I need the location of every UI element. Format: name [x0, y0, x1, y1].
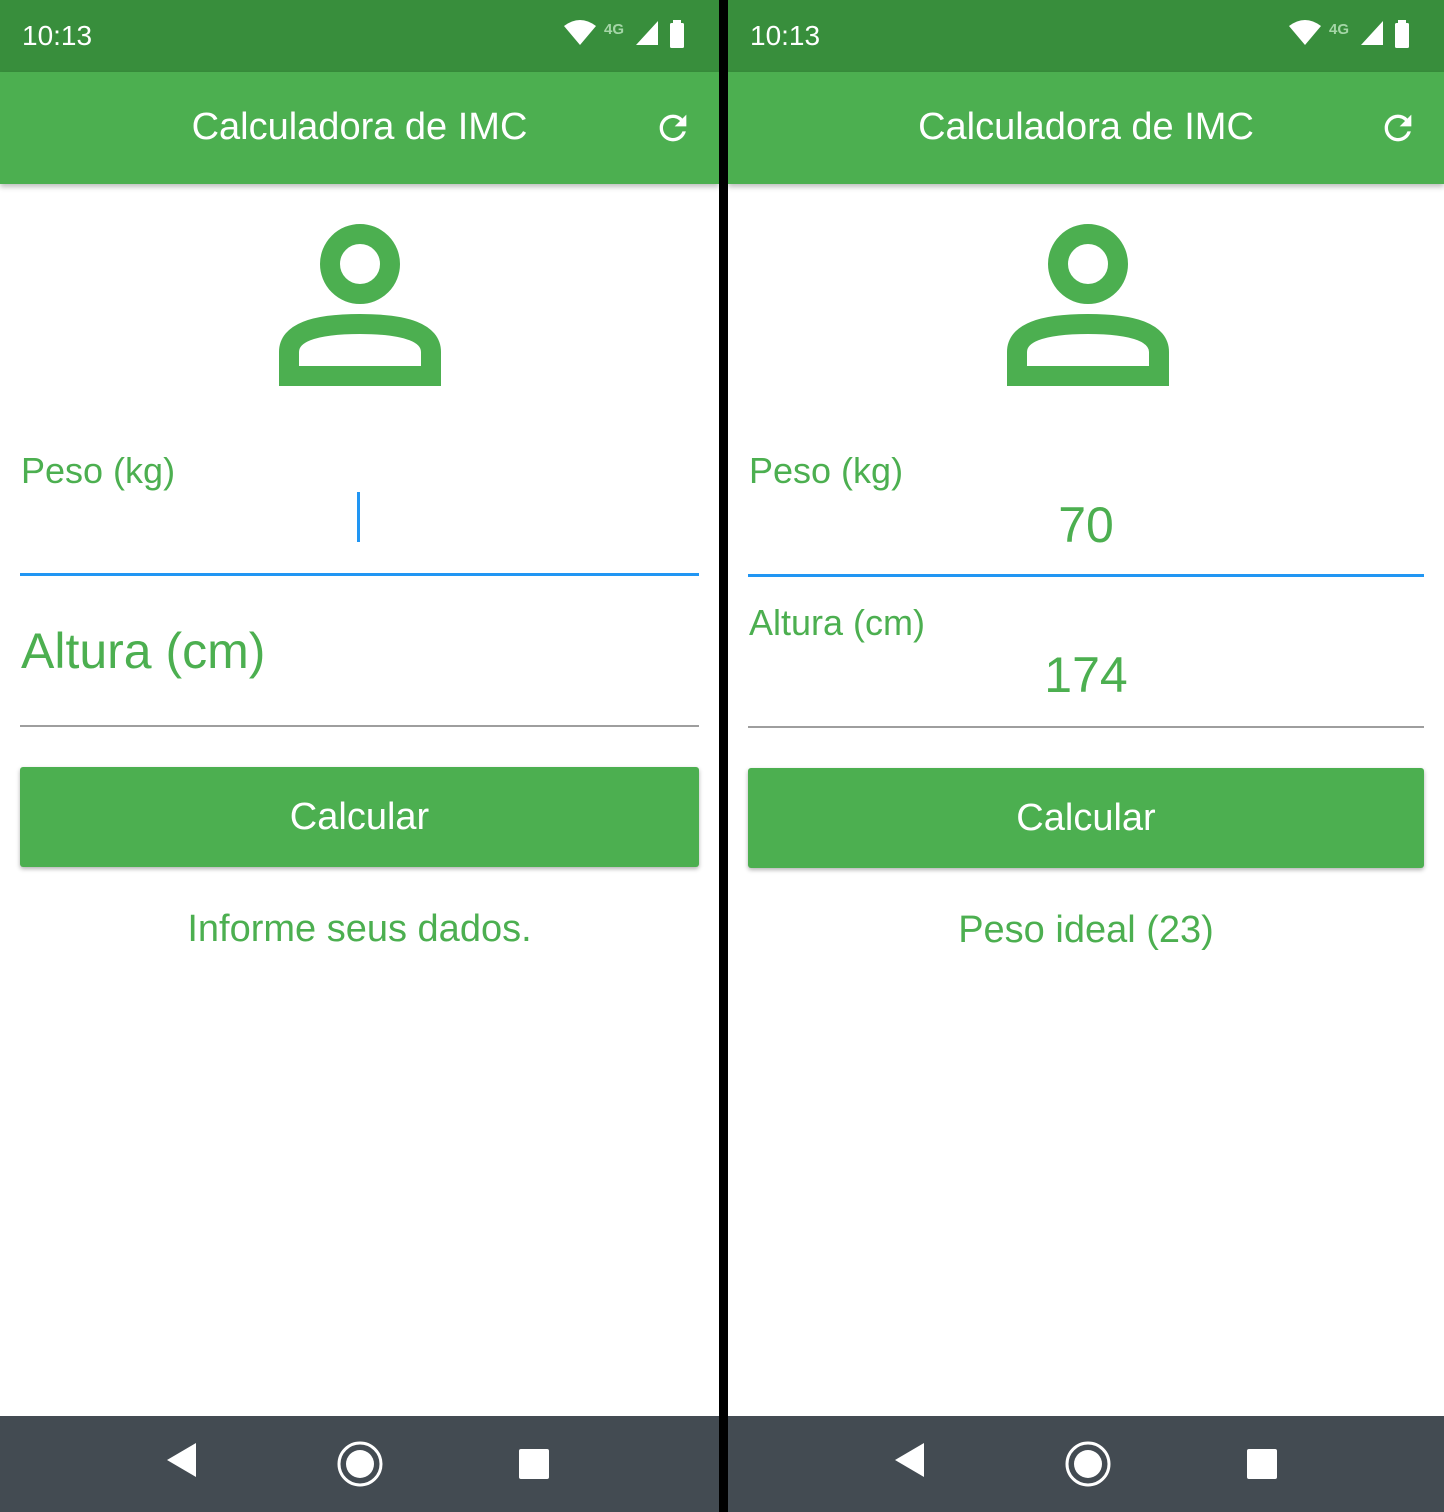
app-bar: Calculadora de IMC — [728, 72, 1444, 184]
weight-field[interactable]: Peso (kg) 70 — [748, 440, 1424, 578]
status-icons: 4G — [1288, 20, 1418, 50]
home-circle-icon[interactable] — [1064, 1440, 1112, 1488]
network-type-label: 4G — [604, 21, 625, 38]
weight-underline — [20, 573, 699, 576]
navigation-bar — [728, 1416, 1444, 1512]
weight-value: 70 — [1058, 497, 1114, 553]
app-title: Calculadora de IMC — [918, 106, 1254, 148]
person-outline-icon — [279, 224, 441, 386]
wifi-icon — [1289, 20, 1321, 45]
height-underline — [20, 725, 699, 727]
back-triangle-icon[interactable] — [894, 1442, 926, 1478]
refresh-button[interactable] — [653, 108, 693, 148]
screen-calculated: 10:13 4G Calculadora de IMC Peso (kg) 70… — [728, 0, 1444, 1512]
navigation-bar — [0, 1416, 719, 1512]
person-outline-icon — [1007, 224, 1169, 386]
battery-icon — [1395, 20, 1409, 48]
signal-icon — [636, 21, 658, 45]
calculate-button[interactable]: Calcular — [20, 767, 699, 867]
home-circle-icon[interactable] — [336, 1440, 384, 1488]
result-text: Informe seus dados. — [187, 908, 532, 950]
calculate-button[interactable]: Calcular — [748, 768, 1424, 868]
status-icons: 4G — [563, 20, 693, 50]
height-label: Altura (cm) — [749, 602, 926, 643]
signal-icon — [1361, 21, 1383, 45]
weight-label: Peso (kg) — [749, 450, 904, 491]
recents-square-icon[interactable] — [1246, 1448, 1278, 1480]
weight-underline — [748, 574, 1424, 577]
screen-initial: 10:13 4G Calculadora de IMC Peso (kg) Al… — [0, 0, 719, 1512]
status-time: 10:13 — [22, 20, 93, 51]
height-field[interactable]: Altura (cm) — [20, 600, 699, 728]
result-text: Peso ideal (23) — [958, 909, 1214, 951]
height-placeholder: Altura (cm) — [21, 623, 266, 679]
status-time: 10:13 — [750, 20, 821, 51]
app-title: Calculadora de IMC — [191, 106, 528, 148]
status-bar: 10:13 4G — [728, 0, 1444, 72]
back-triangle-icon[interactable] — [166, 1442, 198, 1478]
recents-square-icon[interactable] — [518, 1448, 550, 1480]
refresh-button[interactable] — [1378, 108, 1418, 148]
text-cursor — [357, 492, 360, 542]
battery-icon — [670, 20, 684, 48]
weight-field[interactable]: Peso (kg) — [20, 440, 699, 578]
app-bar: Calculadora de IMC — [0, 72, 719, 184]
network-type-label: 4G — [1329, 21, 1350, 38]
weight-label: Peso (kg) — [21, 450, 176, 491]
height-field[interactable]: Altura (cm) 174 — [748, 600, 1424, 728]
height-value: 174 — [1044, 647, 1128, 703]
refresh-icon — [1384, 114, 1412, 142]
height-underline — [748, 726, 1424, 728]
status-bar: 10:13 4G — [0, 0, 719, 72]
wifi-icon — [564, 20, 596, 45]
refresh-icon — [659, 114, 687, 142]
